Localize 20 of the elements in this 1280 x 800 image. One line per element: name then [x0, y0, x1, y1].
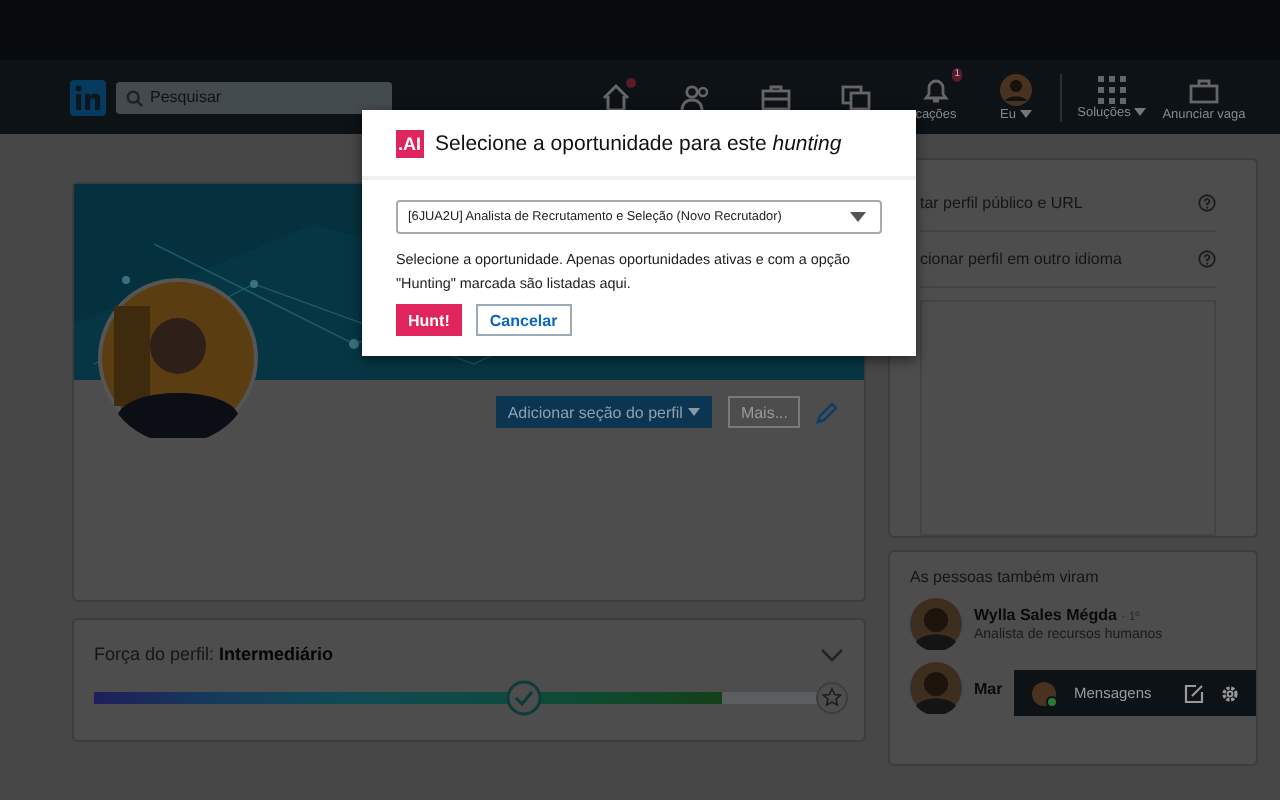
more-button[interactable]: Mais...	[728, 396, 800, 428]
home-icon[interactable]	[600, 81, 632, 113]
add-section-button[interactable]: Adicionar seção do perfil	[495, 396, 713, 428]
briefcase-icon[interactable]	[760, 81, 792, 113]
section-title: As pessoas também viram	[910, 568, 1101, 586]
check-icon	[506, 680, 542, 716]
search-field[interactable]: Pesquisar	[116, 81, 392, 113]
dialog-title: Selecione a oportunidade para este hunting	[435, 131, 842, 155]
settings-icon[interactable]	[1220, 683, 1240, 703]
chat-icon[interactable]	[840, 81, 872, 113]
app-logo: .AI	[396, 129, 424, 157]
avatar-icon	[1030, 679, 1058, 707]
caret-icon	[688, 408, 701, 416]
help-icon[interactable]	[1198, 250, 1216, 269]
grid-icon[interactable]	[1098, 75, 1126, 103]
compose-icon[interactable]	[1184, 683, 1204, 703]
people-icon[interactable]	[680, 81, 712, 113]
profile-strength-label: Força do perfil: Intermediário	[94, 644, 334, 664]
chevron-down-icon[interactable]	[820, 647, 844, 661]
help-icon[interactable]	[1198, 194, 1216, 213]
